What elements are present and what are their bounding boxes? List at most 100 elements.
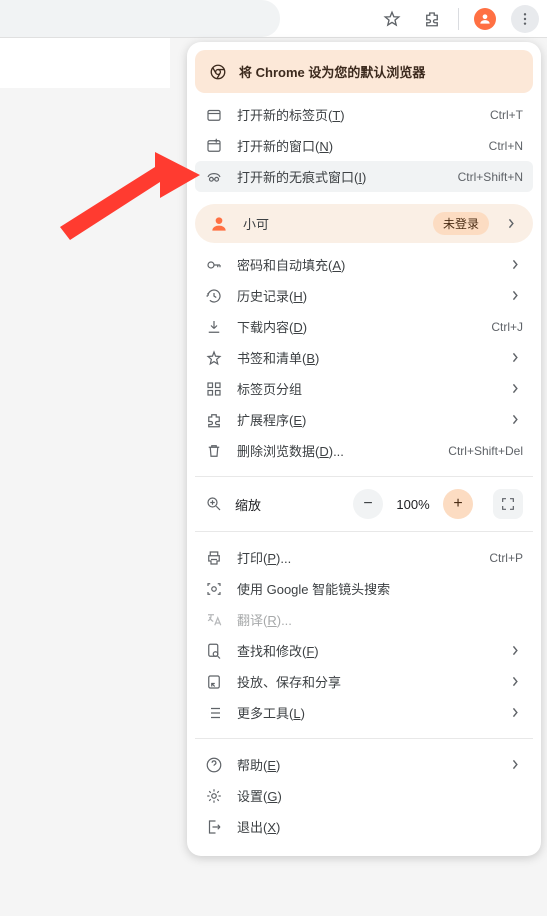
menu-label: 退出(X) bbox=[237, 817, 523, 836]
chevron-right-icon bbox=[507, 676, 523, 687]
shortcut-text: Ctrl+J bbox=[491, 320, 523, 334]
menu-label: 打开新的标签页(T) bbox=[237, 105, 476, 124]
menu-passwords[interactable]: 密码和自动填充(A) bbox=[195, 249, 533, 280]
menu-clear-data[interactable]: 删除浏览数据(D)... Ctrl+Shift+Del bbox=[195, 435, 533, 466]
menu-label: 设置(G) bbox=[237, 786, 523, 805]
new-window-icon bbox=[205, 137, 223, 155]
menu-label: 帮助(E) bbox=[237, 755, 493, 774]
menu-label: 书签和清单(B) bbox=[237, 348, 493, 367]
history-icon bbox=[205, 287, 223, 305]
menu-extensions[interactable]: 扩展程序(E) bbox=[195, 404, 533, 435]
menu-label: 打开新的无痕式窗口(I) bbox=[237, 167, 444, 186]
divider bbox=[195, 476, 533, 477]
menu-label: 更多工具(L) bbox=[237, 703, 493, 722]
print-icon bbox=[205, 549, 223, 567]
fullscreen-button[interactable] bbox=[493, 489, 523, 519]
profile-icon bbox=[209, 214, 229, 234]
menu-more-tools[interactable]: 更多工具(L) bbox=[195, 697, 533, 728]
exit-icon bbox=[205, 818, 223, 836]
star-icon bbox=[205, 349, 223, 367]
menu-label: 查找和修改(F) bbox=[237, 641, 493, 660]
chevron-right-icon bbox=[507, 707, 523, 718]
menu-lens[interactable]: 使用 Google 智能镜头搜索 bbox=[195, 573, 533, 604]
help-icon bbox=[205, 756, 223, 774]
divider bbox=[458, 8, 459, 30]
default-browser-banner[interactable]: 将 Chrome 设为您的默认浏览器 bbox=[195, 50, 533, 93]
lens-icon bbox=[205, 580, 223, 598]
chevron-right-icon bbox=[507, 352, 523, 363]
trash-icon bbox=[205, 442, 223, 460]
shortcut-text: Ctrl+Shift+N bbox=[458, 170, 523, 184]
menu-print[interactable]: 打印(P)... Ctrl+P bbox=[195, 542, 533, 573]
menu-label: 标签页分组 bbox=[237, 379, 493, 398]
menu-label: 删除浏览数据(D)... bbox=[237, 441, 434, 460]
chevron-right-icon bbox=[507, 759, 523, 770]
chevron-right-icon bbox=[507, 259, 523, 270]
menu-label: 翻译(R)... bbox=[237, 610, 523, 629]
incognito-icon bbox=[205, 168, 223, 186]
menu-label: 打开新的窗口(N) bbox=[237, 136, 475, 155]
shortcut-text: Ctrl+P bbox=[489, 551, 523, 565]
menu-label: 密码和自动填充(A) bbox=[237, 255, 493, 274]
menu-cast[interactable]: 投放、保存和分享 bbox=[195, 666, 533, 697]
menu-translate: 翻译(R)... bbox=[195, 604, 533, 635]
menu-label: 使用 Google 智能镜头搜索 bbox=[237, 579, 523, 598]
chevron-right-icon bbox=[507, 645, 523, 656]
shortcut-text: Ctrl+N bbox=[489, 139, 523, 153]
profile-row[interactable]: 小可 未登录 bbox=[195, 204, 533, 243]
gear-icon bbox=[205, 787, 223, 805]
list-icon bbox=[205, 704, 223, 722]
menu-label: 扩展程序(E) bbox=[237, 410, 493, 429]
page-content-strip bbox=[0, 38, 170, 88]
chevron-right-icon bbox=[507, 414, 523, 425]
cast-icon bbox=[205, 673, 223, 691]
shortcut-text: Ctrl+T bbox=[490, 108, 523, 122]
grid-icon bbox=[205, 380, 223, 398]
menu-help[interactable]: 帮助(E) bbox=[195, 749, 533, 780]
new-tab-icon bbox=[205, 106, 223, 124]
divider bbox=[195, 738, 533, 739]
omnibox-area bbox=[0, 0, 280, 37]
chevron-right-icon bbox=[507, 290, 523, 301]
extensions-icon[interactable] bbox=[418, 5, 446, 33]
zoom-in-button[interactable]: + bbox=[443, 489, 473, 519]
menu-label: 打印(P)... bbox=[237, 548, 475, 567]
menu-history[interactable]: 历史记录(H) bbox=[195, 280, 533, 311]
browser-topbar bbox=[0, 0, 547, 38]
menu-tab-groups[interactable]: 标签页分组 bbox=[195, 373, 533, 404]
profile-avatar-button[interactable] bbox=[471, 5, 499, 33]
menu-find[interactable]: 查找和修改(F) bbox=[195, 635, 533, 666]
download-icon bbox=[205, 318, 223, 336]
menu-bookmarks[interactable]: 书签和清单(B) bbox=[195, 342, 533, 373]
translate-icon bbox=[205, 611, 223, 629]
menu-downloads[interactable]: 下载内容(D) Ctrl+J bbox=[195, 311, 533, 342]
annotation-arrow bbox=[30, 130, 200, 250]
banner-text: 将 Chrome 设为您的默认浏览器 bbox=[239, 62, 425, 81]
chevron-right-icon bbox=[503, 218, 519, 229]
chevron-right-icon bbox=[507, 383, 523, 394]
menu-label: 投放、保存和分享 bbox=[237, 672, 493, 691]
chrome-icon bbox=[209, 63, 227, 81]
more-menu-button[interactable] bbox=[511, 5, 539, 33]
profile-name: 小可 bbox=[243, 214, 419, 233]
zoom-icon bbox=[205, 495, 223, 513]
puzzle-icon bbox=[205, 411, 223, 429]
menu-settings[interactable]: 设置(G) bbox=[195, 780, 533, 811]
zoom-label: 缩放 bbox=[235, 495, 341, 514]
menu-exit[interactable]: 退出(X) bbox=[195, 811, 533, 842]
zoom-out-button[interactable]: − bbox=[353, 489, 383, 519]
zoom-value: 100% bbox=[391, 497, 435, 512]
shortcut-text: Ctrl+Shift+Del bbox=[448, 444, 523, 458]
menu-label: 下载内容(D) bbox=[237, 317, 477, 336]
key-icon bbox=[205, 256, 223, 274]
menu-new-tab[interactable]: 打开新的标签页(T) Ctrl+T bbox=[195, 99, 533, 130]
bookmark-star-icon[interactable] bbox=[378, 5, 406, 33]
search-doc-icon bbox=[205, 642, 223, 660]
menu-label: 历史记录(H) bbox=[237, 286, 493, 305]
login-status-badge: 未登录 bbox=[433, 212, 489, 235]
menu-incognito[interactable]: 打开新的无痕式窗口(I) Ctrl+Shift+N bbox=[195, 161, 533, 192]
zoom-row: 缩放 − 100% + bbox=[195, 481, 533, 527]
menu-new-window[interactable]: 打开新的窗口(N) Ctrl+N bbox=[195, 130, 533, 161]
chrome-main-menu: 将 Chrome 设为您的默认浏览器 打开新的标签页(T) Ctrl+T 打开新… bbox=[187, 42, 541, 856]
divider bbox=[195, 531, 533, 532]
